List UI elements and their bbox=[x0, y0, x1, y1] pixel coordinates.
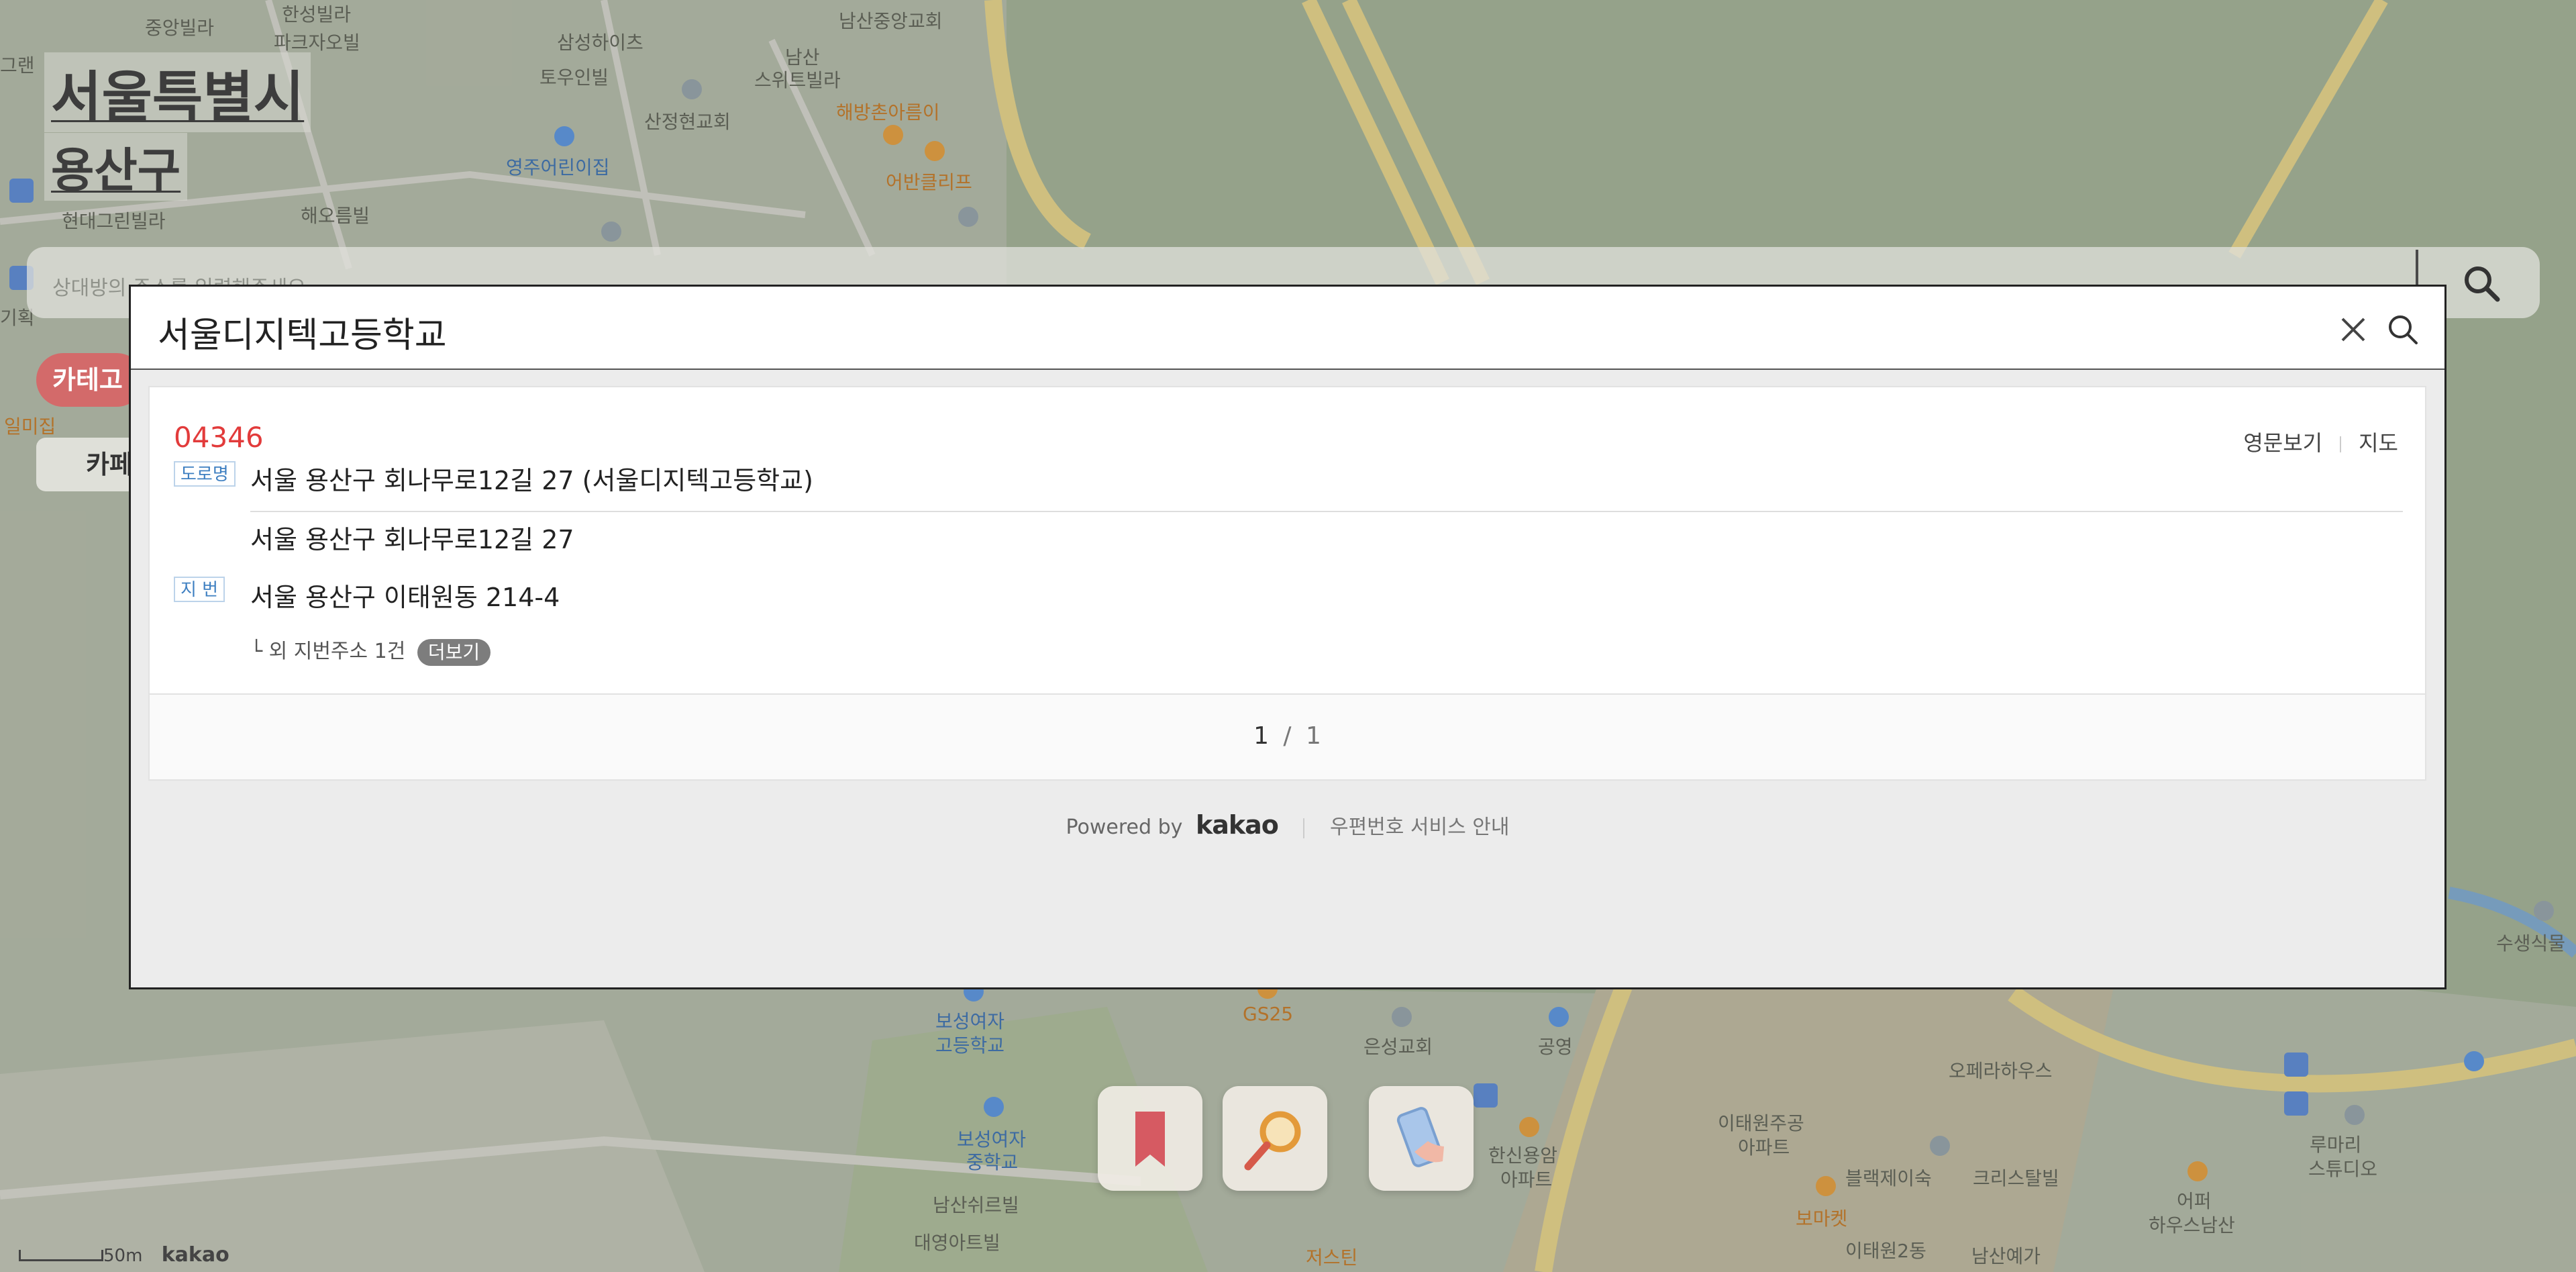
share-phone-button[interactable] bbox=[1369, 1086, 1474, 1191]
region-city-title[interactable]: 서울특별시 bbox=[44, 52, 311, 132]
footer-divider bbox=[1303, 818, 1305, 838]
page-separator: / bbox=[1283, 722, 1292, 750]
english-address-link[interactable]: 영문보기 bbox=[2243, 430, 2322, 456]
address-divider bbox=[250, 511, 2403, 512]
kakao-logo: kakao bbox=[1195, 810, 1279, 840]
map-scale-label: 50m bbox=[103, 1246, 143, 1266]
other-jibun-text: └ 외 지번주소 1건 bbox=[250, 640, 406, 663]
link-divider bbox=[2340, 436, 2342, 452]
postcode-number[interactable]: 04346 bbox=[174, 421, 264, 454]
postcode-search-input[interactable]: 서울디지텍고등학교 bbox=[158, 307, 447, 357]
cafe-filter-chip[interactable]: 카페 bbox=[36, 438, 144, 491]
map-attribution: kakao bbox=[161, 1243, 229, 1267]
phone-hand-icon bbox=[1396, 1107, 1444, 1167]
jibun-address-badge: 지 번 bbox=[174, 577, 225, 602]
other-jibun-count: └ 외 지번주소 1건 더보기 bbox=[250, 634, 491, 666]
powered-by-label: Powered by bbox=[1066, 816, 1183, 839]
map-scale: 50m kakao bbox=[19, 1243, 229, 1267]
road-address[interactable]: 서울 용산구 회나무로12길 27 (서울디지텍고등학교) bbox=[250, 460, 813, 497]
total-pages: 1 bbox=[1306, 722, 1321, 750]
cafe-filter-label: 카페 bbox=[86, 450, 133, 479]
map-view-link[interactable]: 지도 bbox=[2359, 430, 2398, 456]
road-address-badge: 도로명 bbox=[174, 461, 236, 487]
bookmark-icon bbox=[1135, 1112, 1165, 1167]
bookmark-button[interactable] bbox=[1098, 1086, 1202, 1191]
clear-query-button[interactable] bbox=[2338, 315, 2368, 344]
more-button[interactable]: 더보기 bbox=[417, 638, 491, 666]
postcode-result-item[interactable]: 04346 영문보기 지도 도로명 서울 용산구 회나무로12길 27 (서울디지… bbox=[148, 386, 2426, 695]
search-icon bbox=[2465, 266, 2500, 302]
postcode-search-dialog: 서울디지텍고등학교 04346 영문보기 지도 도로명 서울 용산구 회나무로12… bbox=[129, 285, 2446, 989]
result-links: 영문보기 지도 bbox=[2243, 426, 2398, 457]
dialog-footer: Powered by kakao 우편번호 서비스 안내 bbox=[131, 810, 2444, 840]
current-page[interactable]: 1 bbox=[1253, 722, 1269, 750]
region-district-title[interactable]: 용산구 bbox=[44, 133, 188, 201]
postcode-search-button[interactable] bbox=[2387, 313, 2419, 346]
magnifier-icon bbox=[1244, 1111, 1301, 1171]
category-chip[interactable]: 카테고리 bbox=[36, 353, 144, 407]
jibun-address[interactable]: 서울 용산구 이태원동 214-4 bbox=[250, 577, 560, 614]
search-icon bbox=[2389, 315, 2418, 344]
search-place-button[interactable] bbox=[1223, 1086, 1327, 1191]
close-icon bbox=[2341, 317, 2365, 342]
pagination: 1 / 1 bbox=[148, 695, 2426, 781]
service-guide-link[interactable]: 우편번호 서비스 안내 bbox=[1330, 816, 1509, 839]
postcode-search-header: 서울디지텍고등학교 bbox=[131, 287, 2444, 370]
road-address-short[interactable]: 서울 용산구 회나무로12길 27 bbox=[250, 519, 574, 556]
